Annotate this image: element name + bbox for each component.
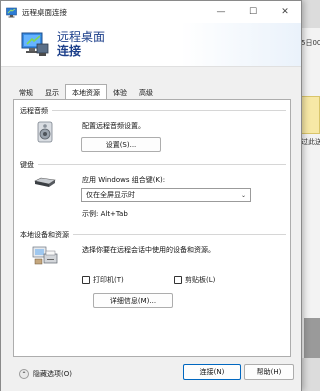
help-button[interactable]: 帮助(H) [244,364,294,380]
tab-strip: 常规 显示 本地资源 体验 高级 [13,84,159,100]
remote-audio-group: 远程音频 配置远程音频设置。 设置(S)... [20,106,286,160]
remote-audio-label: 远程音频 [20,106,52,116]
speaker-icon [37,121,53,143]
details-button[interactable]: 详细信息(M)... [93,293,173,308]
keyboard-description: 应用 Windows 组合键(K): [82,176,166,184]
keyboard-selected-option: 仅在全屏显示时 [86,191,135,199]
printer-checkbox-box[interactable] [82,276,90,284]
background-notice [300,96,320,134]
dialog-footer: ⌃ 隐藏选项(O) 连接(N) 帮助(H) [1,359,301,391]
background-strip [304,318,320,358]
connect-button[interactable]: 连接(N) [183,364,241,380]
keyboard-label: 键盘 [20,160,38,170]
close-button[interactable]: ✕ [269,1,301,23]
clipboard-checkbox-label: 剪贴板(L) [185,276,216,284]
keyboard-combination-select[interactable]: 仅在全屏显示时 ⌄ [81,188,251,202]
remote-desktop-logo-icon [21,32,49,56]
dialog-header: 远程桌面 连接 [1,23,301,67]
window-title: 远程桌面连接 [22,7,67,17]
devices-icon [32,246,58,265]
maximize-button[interactable]: ☐ [237,1,269,23]
audio-description: 配置远程音频设置。 [82,122,145,130]
clipboard-checkbox[interactable]: 剪贴板(L) [174,275,215,285]
printer-checkbox[interactable]: 打印机(T) [82,275,124,285]
hide-options-toggle[interactable]: ⌃ 隐藏选项(O) [19,369,72,379]
keyboard-example: 示例: Alt+Tab [82,210,128,218]
chevron-up-icon[interactable]: ⌃ [19,369,29,379]
header-title-line2: 连接 [57,44,82,58]
remote-desktop-dialog: 远程桌面连接 — ☐ ✕ 远程桌面 连接 常规 显示 本地资源 体验 高级 远程… [0,0,302,391]
title-bar: 远程桌面连接 — ☐ ✕ [1,1,301,23]
minimize-button[interactable]: — [205,1,237,23]
tab-advanced[interactable]: 高级 [133,86,159,99]
local-devices-group: 本地设备和资源 选择你要在远程会话中使用的设备和资源。 打印机(T) 剪贴板(L… [20,230,286,324]
keyboard-group: 键盘 应用 Windows 组合键(K): 仅在全屏显示时 ⌄ 示例: Alt+… [20,160,286,224]
background-text-1: 5日00 [301,39,320,47]
window-controls: — ☐ ✕ [205,1,301,23]
tab-experience[interactable]: 体验 [107,86,133,99]
hide-options-label: 隐藏选项(O) [33,370,72,378]
local-devices-description: 选择你要在远程会话中使用的设备和资源。 [82,246,215,254]
chevron-down-icon: ⌄ [240,192,246,199]
audio-settings-button[interactable]: 设置(S)... [81,137,161,152]
tab-local-resources[interactable]: 本地资源 [65,84,107,99]
header-title-line1: 远程桌面 [57,30,106,44]
tab-display[interactable]: 显示 [39,86,65,99]
keyboard-icon [34,177,56,187]
local-devices-label: 本地设备和资源 [20,230,73,240]
local-resources-panel: 远程音频 配置远程音频设置。 设置(S)... 键盘 应用 Windows 组合… [13,99,291,357]
clipboard-checkbox-box[interactable] [174,276,182,284]
tab-general[interactable]: 常规 [13,86,39,99]
background-text-2: 过此送 [301,138,320,146]
remote-desktop-icon [6,7,17,17]
printer-checkbox-label: 打印机(T) [93,276,124,284]
